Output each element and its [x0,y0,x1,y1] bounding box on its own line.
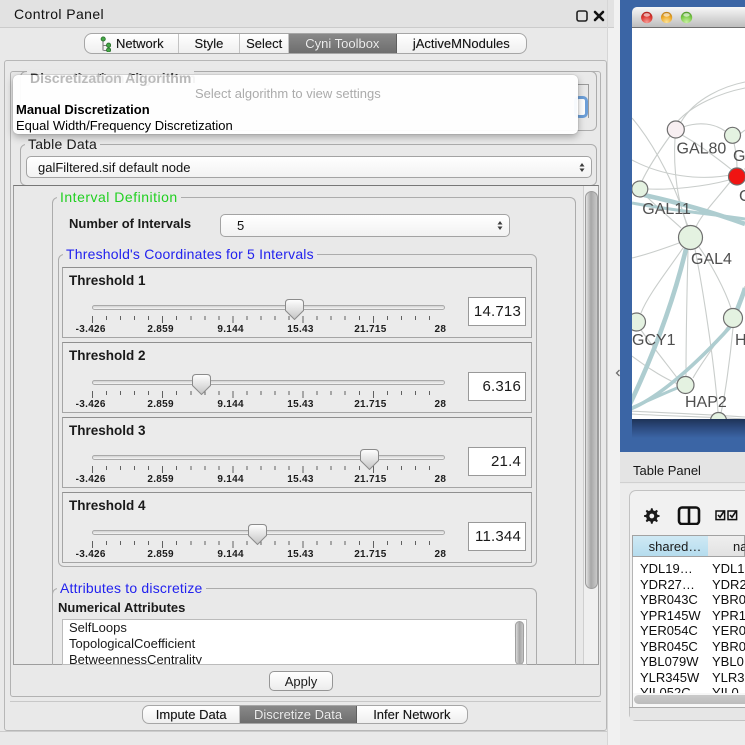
svg-text:C: C [739,188,745,205]
svg-text:GAL11: GAL11 [642,201,691,218]
svg-text:GAL4: GAL4 [691,251,732,268]
svg-text:GA: GA [733,148,745,165]
svg-text:HAP2: HAP2 [685,394,727,411]
svg-text:GAL80: GAL80 [677,141,727,158]
svg-text:GCY1: GCY1 [632,332,676,349]
svg-text:H: H [735,332,745,349]
